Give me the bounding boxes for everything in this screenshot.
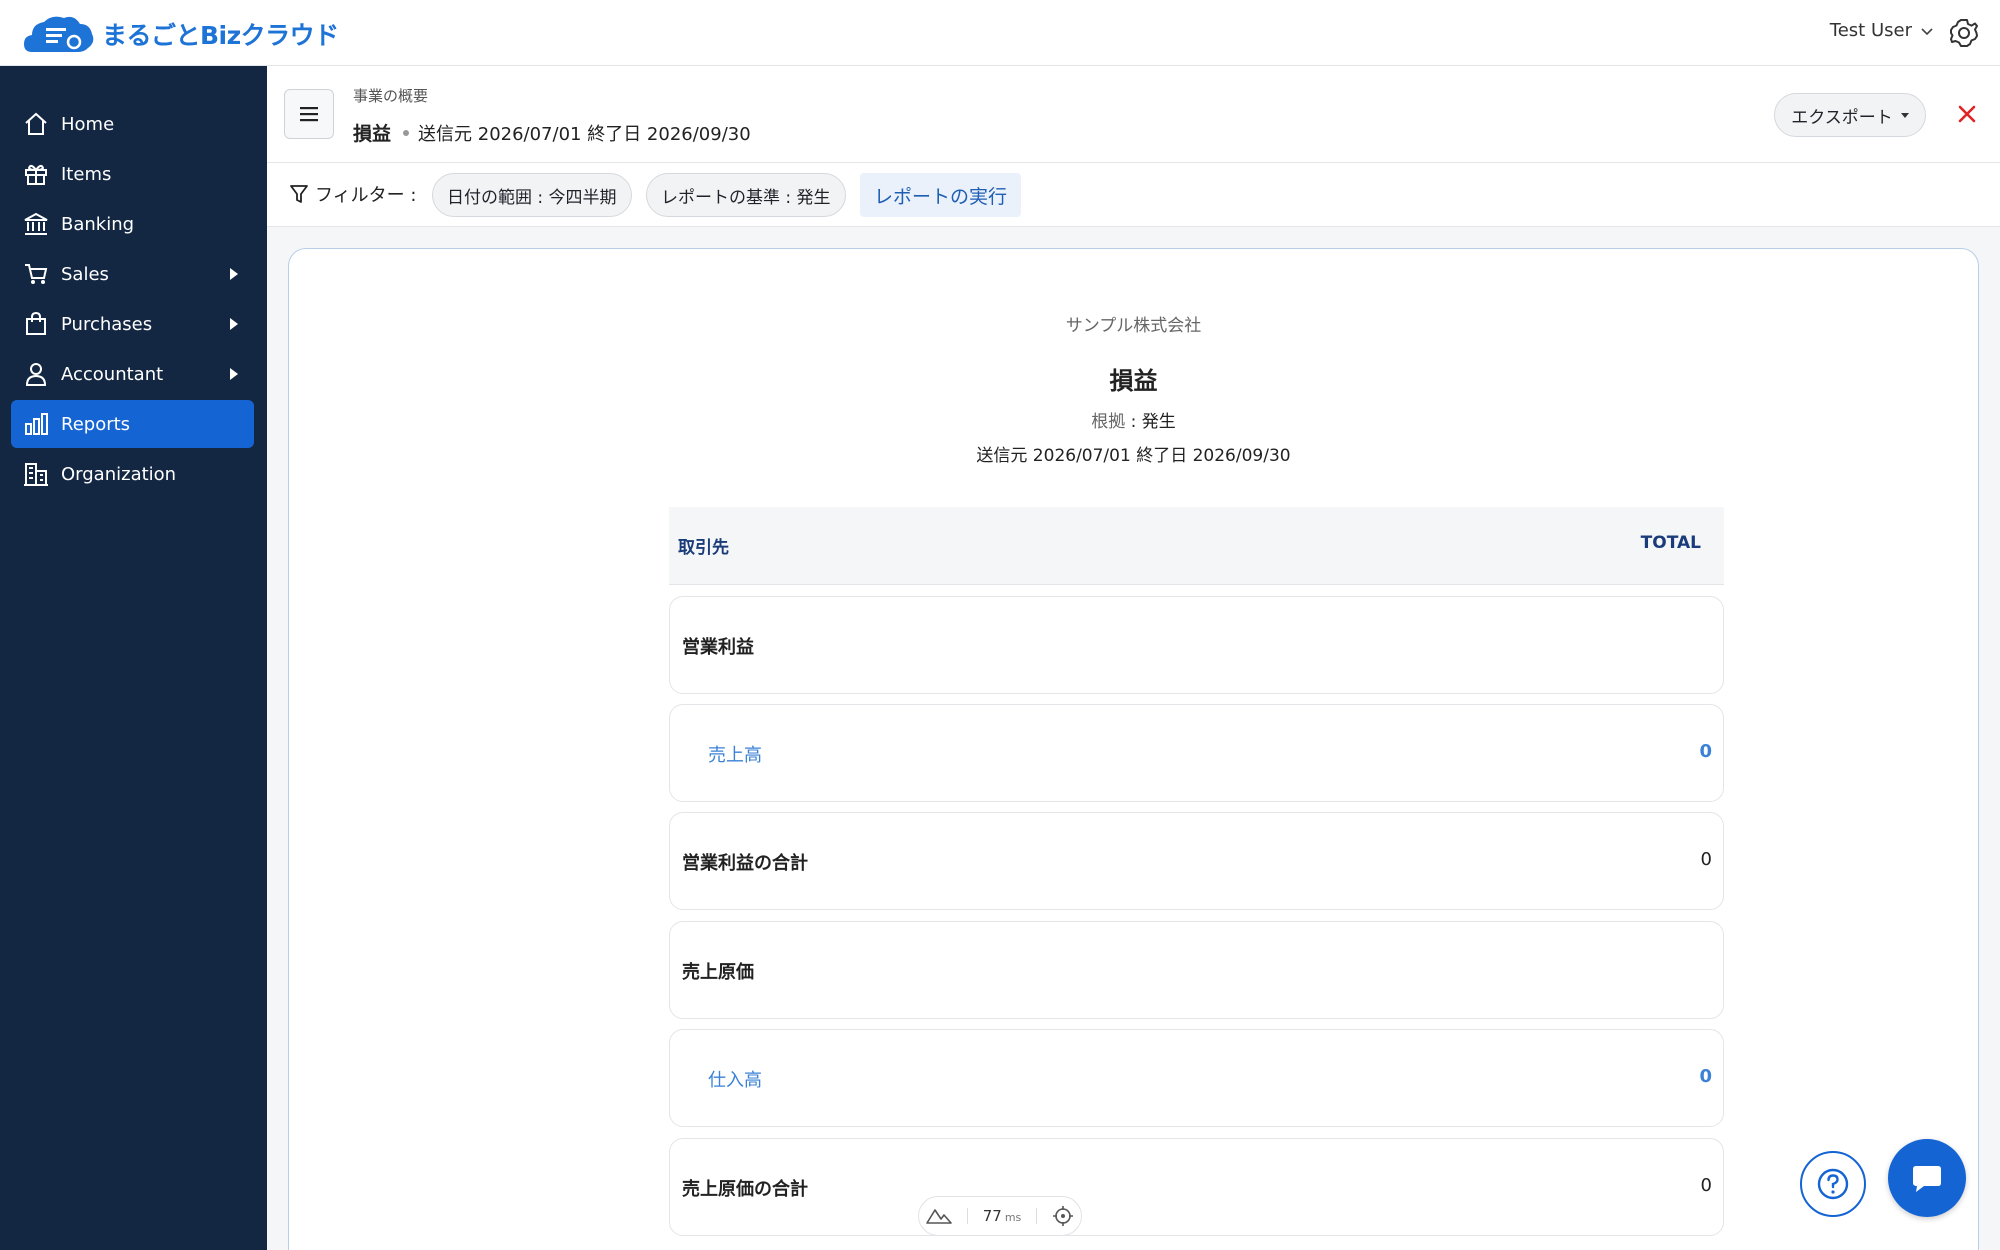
- filter-label: フィルター :: [289, 181, 416, 207]
- sidebar-item-reports[interactable]: Reports: [11, 400, 254, 448]
- submenu-arrow-icon: [230, 368, 238, 380]
- row-label: 営業利益: [682, 637, 754, 658]
- report-header: 事業の概要 損益 送信元 2026/07/01 終了日 2026/09/30 エ…: [267, 66, 2000, 163]
- bar-chart-icon: [21, 409, 51, 439]
- row-label: 営業利益の合計: [682, 853, 808, 874]
- export-button[interactable]: エクスポート: [1774, 93, 1926, 137]
- page-title: 損益: [353, 123, 392, 145]
- export-label: エクスポート: [1791, 107, 1893, 128]
- chat-bubble-icon: [1913, 1166, 1941, 1192]
- table-row: 仕入高 0: [669, 1029, 1724, 1127]
- user-menu[interactable]: Test User: [1830, 20, 1934, 41]
- report-title: 損益: [1109, 367, 1158, 395]
- sidebar-item-purchases[interactable]: Purchases: [11, 300, 254, 348]
- sidebar-item-accountant[interactable]: Accountant: [11, 350, 254, 398]
- submenu-arrow-icon: [230, 268, 238, 280]
- help-button[interactable]: [1800, 1151, 1866, 1217]
- company-name: サンプル株式会社: [1065, 316, 1202, 336]
- run-report-button[interactable]: レポートの実行: [860, 173, 1021, 217]
- cart-icon: [21, 259, 51, 289]
- table-row: 売上原価の合計 0: [669, 1138, 1724, 1236]
- sidebar-item-items[interactable]: Items: [11, 150, 254, 198]
- caret-down-icon: [1900, 112, 1909, 118]
- table-row: 営業利益: [669, 596, 1724, 694]
- column-header-total[interactable]: TOTAL: [1641, 533, 1701, 553]
- sidebar-item-home[interactable]: Home: [11, 100, 254, 148]
- logo-text: まるごとBizクラウド: [102, 21, 339, 50]
- hamburger-menu-button[interactable]: [284, 89, 334, 139]
- row-value-link[interactable]: 0: [1699, 1066, 1712, 1087]
- perf-unit: ms: [1004, 1211, 1022, 1224]
- sidebar-item-label: Purchases: [61, 313, 153, 335]
- perf-value: 77: [982, 1207, 1002, 1225]
- sidebar-item-label: Home: [61, 113, 115, 135]
- divider: [967, 1208, 969, 1224]
- gear-icon[interactable]: [1948, 17, 1980, 49]
- basis-key: 根拠: [1091, 412, 1126, 432]
- row-value: 0: [1700, 1175, 1712, 1196]
- top-bar: まるごとBizクラウド Test User: [0, 0, 2000, 66]
- column-header-account[interactable]: 取引先: [678, 533, 729, 558]
- question-icon: [1817, 1168, 1849, 1200]
- report-card: サンプル株式会社 損益 根拠 : 発生 送信元 2026/07/01 終了日 2…: [288, 248, 1979, 1250]
- date-range-filter[interactable]: 日付の範囲 : 今四半期: [432, 173, 632, 217]
- cloud-logo-icon: [24, 16, 94, 53]
- separator-dot: [403, 129, 410, 136]
- chat-button[interactable]: [1888, 1139, 1966, 1217]
- divider: [1035, 1208, 1037, 1224]
- page-title-line: 損益 送信元 2026/07/01 終了日 2026/09/30: [353, 119, 751, 146]
- basis-filter[interactable]: レポートの基準 : 発生: [646, 173, 846, 217]
- sidebar-item-label: Items: [61, 163, 112, 185]
- report-period: 送信元 2026/07/01 終了日 2026/09/30: [976, 446, 1291, 466]
- user-name: Test User: [1829, 20, 1912, 41]
- bank-icon: [21, 209, 51, 239]
- row-label-link[interactable]: 仕入高: [708, 1066, 762, 1092]
- performance-widget[interactable]: 77 ms: [918, 1196, 1082, 1236]
- table-row: 営業利益の合計 0: [669, 812, 1724, 910]
- row-label: 売上原価の合計: [682, 1179, 808, 1200]
- person-icon: [21, 359, 51, 389]
- mountain-icon: [926, 1209, 953, 1224]
- row-label: 売上原価: [682, 962, 754, 983]
- breadcrumb: 事業の概要: [353, 87, 429, 105]
- home-icon: [21, 109, 51, 139]
- hamburger-icon: [300, 107, 318, 122]
- app-logo[interactable]: まるごとBizクラウド: [22, 12, 339, 56]
- sidebar-item-label: Reports: [61, 413, 131, 435]
- perf-readout: 77 ms: [983, 1207, 1022, 1225]
- row-value: 0: [1700, 849, 1712, 870]
- bag-icon: [21, 309, 51, 339]
- sidebar-item-label: Accountant: [61, 363, 164, 385]
- table-header: 取引先 TOTAL: [669, 507, 1724, 585]
- gift-icon: [21, 159, 51, 189]
- row-value-link[interactable]: 0: [1699, 741, 1712, 762]
- sidebar-item-sales[interactable]: Sales: [11, 250, 254, 298]
- sidebar-item-label: Banking: [61, 213, 135, 235]
- table-row: 売上原価: [669, 921, 1724, 1019]
- sidebar: Home Items Banking Sales Purchases Accou…: [0, 66, 267, 1250]
- sidebar-item-organization[interactable]: Organization: [11, 450, 254, 498]
- building-icon: [21, 459, 51, 489]
- sidebar-item-label: Sales: [61, 263, 109, 285]
- close-icon[interactable]: [1952, 99, 1982, 129]
- filter-bar: フィルター : 日付の範囲 : 今四半期 レポートの基準 : 発生 レポートの実…: [267, 163, 2000, 227]
- basis-value: : 発生: [1125, 412, 1176, 432]
- chevron-down-icon: [1921, 27, 1933, 35]
- submenu-arrow-icon: [230, 318, 238, 330]
- crosshair-icon[interactable]: [1052, 1205, 1074, 1227]
- table-row: 売上高 0: [669, 704, 1724, 802]
- report-basis: 根拠 : 発生: [289, 407, 1978, 432]
- row-label-link[interactable]: 売上高: [708, 741, 762, 767]
- page-period: 送信元 2026/07/01 終了日 2026/09/30: [418, 123, 751, 145]
- filter-label-text: フィルター :: [315, 185, 417, 206]
- sidebar-item-banking[interactable]: Banking: [11, 200, 254, 248]
- filter-icon: [290, 185, 308, 203]
- sidebar-item-label: Organization: [61, 463, 177, 485]
